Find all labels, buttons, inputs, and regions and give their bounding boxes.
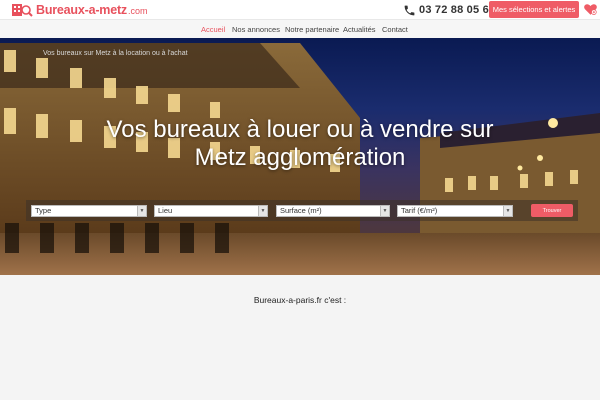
lieu-select-value: Lieu [158,206,173,215]
type-select[interactable]: Type ▼ [31,205,147,217]
phone-number: 03 72 88 05 61 [419,4,496,16]
type-select-value: Type [35,206,52,215]
logo-suffix: .com [127,6,148,16]
find-button[interactable]: Trouver [531,204,573,217]
surface-select[interactable]: Surface (m²) ▼ [276,205,390,217]
top-bar: Bureaux-a-metz .com 03 72 88 05 61 Mes s… [0,0,600,19]
chevron-down-icon: ▼ [503,206,512,216]
phone-contact[interactable]: 03 72 88 05 61 [403,1,495,19]
chevron-down-icon: ▼ [380,206,389,216]
tarif-select[interactable]: Tarif (€/m²) ▼ [397,205,513,217]
hero-banner: Vos bureaux sur Metz à la location ou à … [0,38,600,275]
hero-title-line-2: Metz agglomération [194,144,406,171]
nav-item-actualites[interactable]: Actualités [343,20,376,39]
hero-breadcrumb: Vos bureaux sur Metz à la location ou à … [43,50,188,57]
building-search-icon [10,1,34,19]
nav-item-annonces[interactable]: Nos annonces [232,20,280,39]
hero-title: Vos bureaux à louer ou à vendre sur Metz… [0,116,600,172]
nav-item-contact[interactable]: Contact [382,20,408,39]
selections-alerts-button[interactable]: Mes sélections et alertes [489,1,579,18]
main-nav: Accueil Nos annonces Notre partenaire Ac… [0,19,600,38]
nav-item-partenaire[interactable]: Notre partenaire [285,20,339,39]
hero-title-line-1: Vos bureaux à louer ou à vendre sur [106,116,494,143]
chevron-down-icon: ▼ [137,206,146,216]
section-title: Bureaux-a-paris.fr c'est : [253,295,347,305]
favorites-heart-icon[interactable] [583,2,598,17]
logo-text: Bureaux-a-metz [36,3,127,17]
logo[interactable]: Bureaux-a-metz .com [10,1,148,19]
chevron-down-icon: ▼ [258,206,267,216]
phone-icon [404,5,415,15]
surface-select-value: Surface (m²) [280,206,322,215]
tarif-select-value: Tarif (€/m²) [401,206,438,215]
nav-item-accueil[interactable]: Accueil [201,20,225,39]
lieu-select[interactable]: Lieu ▼ [154,205,268,217]
